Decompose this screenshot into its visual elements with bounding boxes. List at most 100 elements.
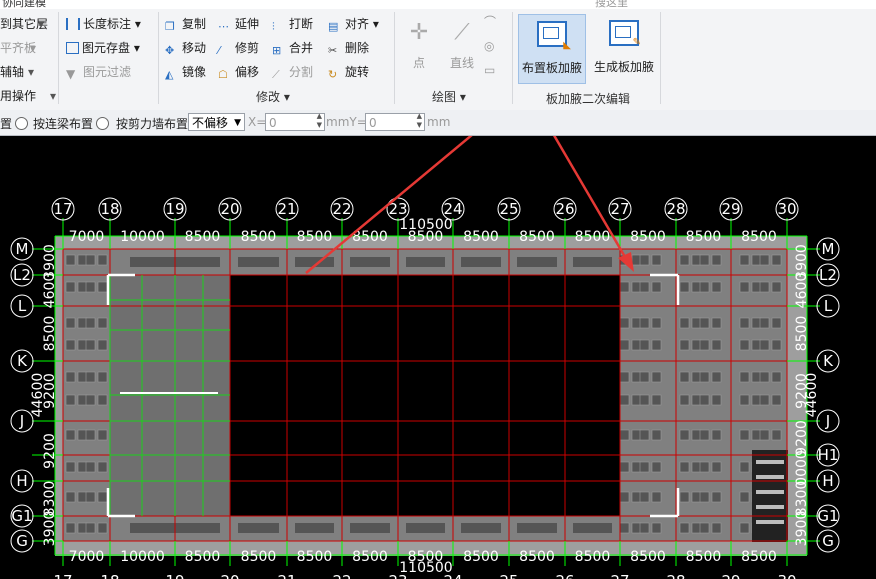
slab-cell (751, 339, 762, 351)
top-slab-block (350, 257, 390, 267)
slab-cell (65, 281, 76, 293)
arc-icon[interactable]: ⌒ (484, 14, 496, 30)
search-box[interactable]: 搜这里 (595, 0, 628, 9)
circle-icon[interactable]: ◎ (484, 38, 494, 54)
x-offset-value: 0 (269, 116, 277, 130)
rectangle-icon[interactable]: ▭ (484, 62, 495, 78)
generate-slab-haunch-button[interactable]: ✎ 生成板加腋 (592, 14, 656, 75)
slab-cell (77, 461, 88, 473)
mirror-button[interactable]: ◭ 镜像 (165, 64, 206, 81)
span-dimension-top: 8500 (575, 229, 611, 245)
place-slab-haunch-button[interactable]: ◣ 布置板加腋 (518, 14, 586, 84)
slab-cell (739, 371, 750, 383)
slab-cell (97, 461, 108, 473)
element-filter-button[interactable]: ▼ 图元过滤 (66, 64, 131, 81)
move-button[interactable]: ✥ 移动 (165, 40, 206, 57)
align-button[interactable]: ▤ 对齐 ▾ (328, 16, 379, 33)
x-offset-input[interactable]: 0 ▲ ▼ (265, 112, 325, 131)
slab-cell (739, 429, 750, 441)
delete-button[interactable]: ✂ 删除 (328, 40, 370, 57)
span-dimension-bottom: 8500 (575, 549, 611, 565)
copy-button[interactable]: ❐ 复制 (165, 16, 207, 33)
slab-cell (619, 371, 630, 383)
split-button[interactable]: ⟋ 分割 (272, 64, 313, 81)
element-save-button[interactable]: 图元存盘 ▾ (66, 40, 140, 56)
span-dimension-top: 8500 (686, 229, 722, 245)
offset-button[interactable]: ☖ 偏移 (218, 64, 259, 81)
point-icon: ✛ (409, 20, 429, 45)
slab-cell (691, 429, 702, 441)
slab-cell (631, 394, 642, 406)
axis-label-top: 21 (277, 200, 296, 218)
axis-label-top: 27 (610, 200, 629, 218)
slab-cell (77, 339, 88, 351)
slab-cell (751, 394, 762, 406)
draw-group-label: 绘图 ▾ (432, 90, 466, 104)
row-label-right: M (822, 240, 835, 258)
offset-select[interactable]: 不偏移 ▼ (188, 113, 245, 131)
length-dimension-button[interactable]: 长度标注 ▾ (66, 16, 141, 32)
slab-cell (739, 254, 750, 266)
row-label-left: L2 (13, 266, 31, 284)
ribbon-aux-axis[interactable]: 辅轴 (0, 64, 24, 80)
slab-cell (85, 254, 96, 266)
slab-cell (711, 394, 722, 406)
row-label-right: H (822, 472, 833, 490)
top-slab-block (573, 257, 612, 267)
extend-button[interactable]: ⋯ 延伸 (218, 16, 259, 33)
top-slab-block (461, 257, 501, 267)
slab-cell (651, 371, 662, 383)
slab-cell (619, 429, 630, 441)
delete-label: 删除 (345, 41, 370, 55)
slab-cell (651, 394, 662, 406)
spinner-icon[interactable]: ▲ ▼ (317, 112, 322, 130)
trim-button[interactable]: ⁄ 修剪 (218, 40, 260, 57)
cad-drawing-canvas[interactable]: 1718192021222324252627282930171819202122… (0, 136, 876, 579)
option-coupling-beam[interactable]: 按连梁布置 (33, 115, 113, 132)
break-button[interactable]: ⫶ 打断 (272, 16, 313, 33)
draw-line-button[interactable]: ⟋ 直线 (445, 18, 479, 71)
stair-tread (756, 520, 784, 524)
merge-button[interactable]: ⊞ 合并 (272, 40, 313, 57)
slab-cell (771, 394, 782, 406)
slab-cell (65, 394, 76, 406)
slab-cell (619, 491, 630, 503)
slab-cell (691, 371, 702, 383)
axis-label-bottom: 18 (100, 572, 119, 579)
copy-label: 复制 (182, 17, 207, 31)
draw-line-label: 直线 (449, 56, 474, 70)
offset-icon: ☖ (218, 68, 228, 81)
separator (58, 12, 59, 104)
slab-cell (97, 429, 108, 441)
draw-point-button[interactable]: ✛ 点 (404, 18, 434, 71)
radio-icon[interactable] (96, 117, 110, 130)
top-slab-block (406, 257, 445, 267)
ribbon-common-ops[interactable]: 用操作 (0, 88, 36, 104)
stair-tread (756, 475, 784, 479)
span-dimension-bottom: 10000 (120, 549, 165, 565)
axis-label-bottom: 26 (555, 572, 574, 579)
y-offset-input[interactable]: 0 ▲ ▼ (365, 112, 425, 131)
slab-cell (711, 429, 722, 441)
slab-cell (691, 281, 702, 293)
span-dimension-top: 8500 (630, 229, 666, 245)
slab-cell (699, 339, 710, 351)
spinner-icon[interactable]: ▲ ▼ (417, 112, 422, 130)
slab-cell (679, 254, 690, 266)
slab-cell (619, 317, 630, 329)
trim-icon: ⁄ (218, 44, 220, 57)
slab-cell (739, 281, 750, 293)
bottom-slab-block (406, 523, 445, 533)
slab-cell (639, 339, 650, 351)
slab-cell (759, 339, 770, 351)
rotate-button[interactable]: ↻ 旋转 (328, 64, 369, 81)
bottom-slab-block (573, 523, 612, 533)
option-place-radio[interactable]: 置 (0, 115, 32, 132)
axis-label-top: 17 (53, 200, 72, 218)
trim-label: 修剪 (235, 41, 260, 55)
slab-layer (55, 236, 807, 556)
chevron-down-icon: ▾ (28, 65, 35, 79)
slab-cell (639, 254, 650, 266)
rotate-icon: ↻ (328, 68, 338, 81)
radio-icon[interactable] (15, 117, 29, 130)
